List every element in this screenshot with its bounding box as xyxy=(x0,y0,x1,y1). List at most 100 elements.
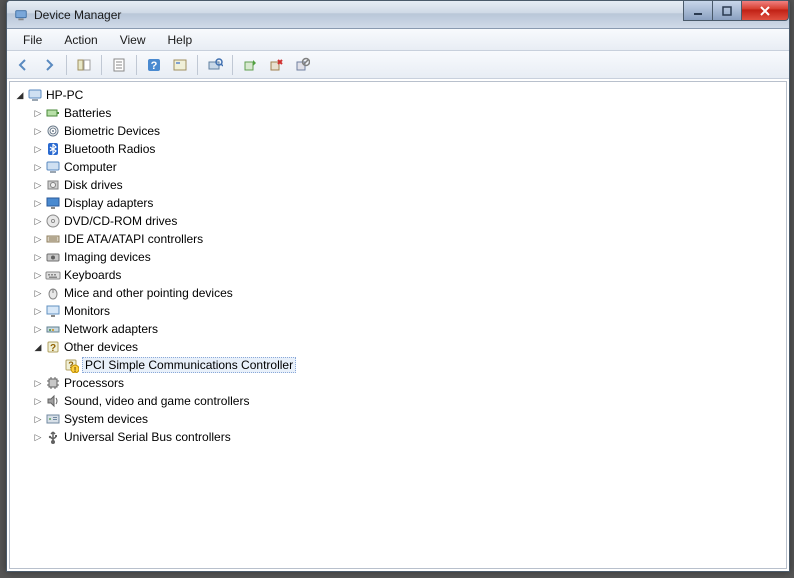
device-manager-window: Device Manager File Action View Help ? ◢… xyxy=(6,0,790,572)
menu-file[interactable]: File xyxy=(13,31,52,49)
unknown-warn-icon: ?! xyxy=(63,357,79,373)
tree-pane[interactable]: ◢HP-PC▷Batteries▷Biometric Devices▷Bluet… xyxy=(9,81,787,569)
scan-hardware-button[interactable] xyxy=(203,53,227,77)
expand-icon[interactable]: ▷ xyxy=(32,413,44,425)
maximize-button[interactable] xyxy=(712,1,742,21)
tree-item[interactable]: ▷ Biometric Devices xyxy=(30,122,784,140)
forward-button[interactable] xyxy=(37,53,61,77)
titlebar[interactable]: Device Manager xyxy=(7,1,789,29)
update-driver-button[interactable] xyxy=(238,53,262,77)
back-button[interactable] xyxy=(11,53,35,77)
keyboard-icon xyxy=(45,267,61,283)
tree-item[interactable]: ◢ HP-PC xyxy=(12,86,784,104)
close-button[interactable] xyxy=(741,1,789,21)
monitor-icon xyxy=(45,303,61,319)
collapse-icon[interactable]: ◢ xyxy=(32,341,44,353)
tree-item-label: Monitors xyxy=(64,304,110,318)
sound-icon xyxy=(45,393,61,409)
expand-icon[interactable]: ▷ xyxy=(32,143,44,155)
app-icon xyxy=(13,7,29,23)
tree-item-label: HP-PC xyxy=(46,88,83,102)
expand-icon[interactable]: ▷ xyxy=(32,269,44,281)
expand-icon[interactable]: ▷ xyxy=(32,395,44,407)
menu-view[interactable]: View xyxy=(110,31,156,49)
expand-icon[interactable]: ▷ xyxy=(32,233,44,245)
toolbar-separator xyxy=(66,55,67,75)
tree-item[interactable]: ◢?Other devices xyxy=(30,338,784,356)
tree-item-label: DVD/CD-ROM drives xyxy=(64,214,177,228)
tree-item-label: PCI Simple Communications Controller xyxy=(82,357,296,373)
tree-item-label: IDE ATA/ATAPI controllers xyxy=(64,232,203,246)
imaging-icon xyxy=(45,249,61,265)
expand-icon[interactable]: ▷ xyxy=(32,377,44,389)
window-controls xyxy=(684,1,789,21)
tree-item[interactable]: ▷ Computer xyxy=(30,158,784,176)
tree-item-label: Universal Serial Bus controllers xyxy=(64,430,231,444)
expand-icon[interactable]: ▷ xyxy=(32,125,44,137)
disable-button[interactable] xyxy=(290,53,314,77)
computer-icon xyxy=(45,159,61,175)
tree-item[interactable]: ▷ DVD/CD-ROM drives xyxy=(30,212,784,230)
tree-item[interactable]: ▷ Display adapters xyxy=(30,194,784,212)
menu-action[interactable]: Action xyxy=(54,31,107,49)
expand-icon[interactable]: ▷ xyxy=(32,215,44,227)
usb-icon xyxy=(45,429,61,445)
tree-item[interactable]: ▷System devices xyxy=(30,410,784,428)
tree-item-label: Processors xyxy=(64,376,124,390)
properties-button[interactable] xyxy=(107,53,131,77)
uninstall-button[interactable] xyxy=(264,53,288,77)
bluetooth-icon xyxy=(45,141,61,157)
expand-icon[interactable]: ▷ xyxy=(32,251,44,263)
unknown-icon: ? xyxy=(45,339,61,355)
tree-item[interactable]: ▷Sound, video and game controllers xyxy=(30,392,784,410)
expand-icon[interactable]: ▷ xyxy=(32,179,44,191)
biometric-icon xyxy=(45,123,61,139)
tree-item[interactable]: ▷ Processors xyxy=(30,374,784,392)
tree-item-label: Disk drives xyxy=(64,178,123,192)
tree-item[interactable]: ▷ Bluetooth Radios xyxy=(30,140,784,158)
tree-item[interactable]: ▷ Universal Serial Bus controllers xyxy=(30,428,784,446)
tree-item-label: Batteries xyxy=(64,106,111,120)
cpu-icon xyxy=(45,375,61,391)
tree-item-label: Network adapters xyxy=(64,322,158,336)
tree-item[interactable]: ▷ Batteries xyxy=(30,104,784,122)
optical-icon xyxy=(45,213,61,229)
tree-item-label: Keyboards xyxy=(64,268,121,282)
svg-text:!: ! xyxy=(74,367,76,373)
mouse-icon xyxy=(45,285,61,301)
expand-icon[interactable]: ▷ xyxy=(32,197,44,209)
menu-help[interactable]: Help xyxy=(158,31,203,49)
action-button[interactable] xyxy=(168,53,192,77)
tree-item-label: Display adapters xyxy=(64,196,153,210)
tree-item[interactable]: ▷ Mice and other pointing devices xyxy=(30,284,784,302)
help-button[interactable]: ? xyxy=(142,53,166,77)
tree-item[interactable]: ▷ Monitors xyxy=(30,302,784,320)
toolbar-separator xyxy=(232,55,233,75)
tree-item[interactable]: ▷ IDE ATA/ATAPI controllers xyxy=(30,230,784,248)
svg-text:?: ? xyxy=(151,60,158,72)
expand-icon[interactable]: ▷ xyxy=(32,305,44,317)
computer-icon xyxy=(27,87,43,103)
system-icon xyxy=(45,411,61,427)
tree-item-label: Biometric Devices xyxy=(64,124,160,138)
expand-icon[interactable]: ▷ xyxy=(32,161,44,173)
tree-item-label: Computer xyxy=(64,160,117,174)
tree-item-label: Mice and other pointing devices xyxy=(64,286,233,300)
tree-item-label: Bluetooth Radios xyxy=(64,142,155,156)
expand-icon[interactable]: ▷ xyxy=(32,323,44,335)
tree-item[interactable]: ▷ Disk drives xyxy=(30,176,784,194)
display-icon xyxy=(45,195,61,211)
collapse-icon[interactable]: ◢ xyxy=(14,89,26,101)
tree-item-label: Other devices xyxy=(64,340,138,354)
tree-item[interactable]: ▷Imaging devices xyxy=(30,248,784,266)
menubar: File Action View Help xyxy=(7,29,789,51)
expand-icon[interactable]: ▷ xyxy=(32,287,44,299)
minimize-button[interactable] xyxy=(683,1,713,21)
tree-item[interactable]: ?!PCI Simple Communications Controller xyxy=(48,356,784,374)
expand-icon[interactable]: ▷ xyxy=(32,107,44,119)
show-hide-console-button[interactable] xyxy=(72,53,96,77)
ide-icon xyxy=(45,231,61,247)
expand-icon[interactable]: ▷ xyxy=(32,431,44,443)
tree-item[interactable]: ▷ Keyboards xyxy=(30,266,784,284)
tree-item[interactable]: ▷ Network adapters xyxy=(30,320,784,338)
